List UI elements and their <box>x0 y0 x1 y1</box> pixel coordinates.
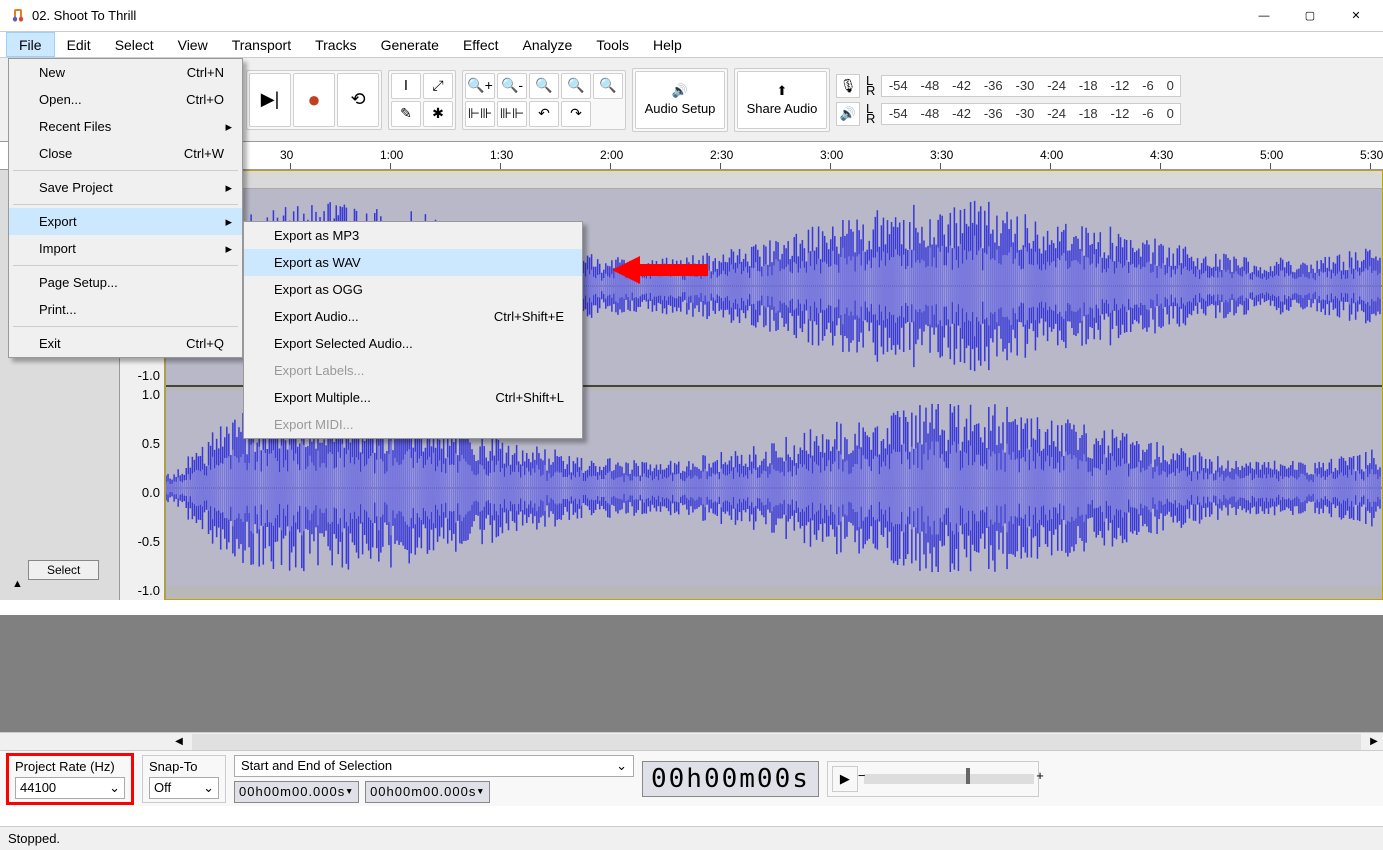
play-at-speed-button[interactable]: ▶ <box>832 766 858 792</box>
menu-select[interactable]: Select <box>103 32 166 57</box>
file-menu-item-page-setup-[interactable]: Page Setup... <box>9 269 242 296</box>
track-name-label[interactable]: To Thrill <box>166 171 1382 189</box>
minimize-button[interactable]: — <box>1241 0 1287 32</box>
file-dropdown-menu: NewCtrl+NOpen...Ctrl+ORecent Files▸Close… <box>8 58 243 358</box>
timeline-tick: 30 <box>280 148 293 162</box>
export-submenu: Export as MP3Export as WAVExport as OGGE… <box>243 221 583 439</box>
timeline-tick: 2:30 <box>710 148 733 162</box>
timeline-tick: 1:30 <box>490 148 513 162</box>
playback-meter-icon[interactable]: 🔊 <box>836 102 860 126</box>
export-menu-item-export-as-ogg[interactable]: Export as OGG <box>244 276 582 303</box>
trim-button[interactable]: ⊩⊪ <box>465 101 495 127</box>
silence-button[interactable]: ⊪⊩ <box>497 101 527 127</box>
file-menu-item-close[interactable]: CloseCtrl+W <box>9 140 242 167</box>
timeline-tick: 3:30 <box>930 148 953 162</box>
chevron-right-icon: ▸ <box>225 241 232 257</box>
selection-tool-button[interactable]: Ⅰ <box>391 73 421 99</box>
zoom-in-button[interactable]: 🔍+ <box>465 73 495 99</box>
chevron-right-icon: ▸ <box>225 180 232 196</box>
selection-start-time[interactable]: 00h00m00.000s▾ <box>234 781 359 803</box>
zoom-sel-button[interactable]: 🔍 <box>529 73 559 99</box>
menu-help[interactable]: Help <box>641 32 694 57</box>
playback-meter[interactable]: -54-48-42-36-30-24-18-12-60 <box>881 103 1181 125</box>
playback-speed-slider[interactable]: − + <box>864 774 1034 784</box>
app-icon <box>10 8 26 24</box>
close-button[interactable]: ✕ <box>1333 0 1379 32</box>
snap-to-select[interactable]: Off⌄ <box>149 777 219 799</box>
status-text: Stopped. <box>8 831 60 846</box>
file-menu-item-import[interactable]: Import▸ <box>9 235 242 262</box>
file-menu-item-exit[interactable]: ExitCtrl+Q <box>9 330 242 357</box>
snap-to-label: Snap-To <box>149 759 219 774</box>
export-menu-item-export-selected-audio-[interactable]: Export Selected Audio... <box>244 330 582 357</box>
upload-icon: ⬆ <box>777 83 788 99</box>
export-menu-item-export-multiple-[interactable]: Export Multiple...Ctrl+Shift+L <box>244 384 582 411</box>
timeline-tick: 4:00 <box>1040 148 1063 162</box>
file-menu-item-open-[interactable]: Open...Ctrl+O <box>9 86 242 113</box>
menu-file[interactable]: File <box>6 32 55 57</box>
selection-end-time[interactable]: 00h00m00.000s▾ <box>365 781 490 803</box>
envelope-tool-button[interactable]: ⤢ <box>423 73 453 99</box>
timeline-tick: 4:30 <box>1150 148 1173 162</box>
export-menu-item-export-labels-: Export Labels... <box>244 357 582 384</box>
file-menu-item-new[interactable]: NewCtrl+N <box>9 59 242 86</box>
annotation-arrow <box>612 252 712 291</box>
maximize-button[interactable]: ▢ <box>1287 0 1333 32</box>
menu-transport[interactable]: Transport <box>220 32 303 57</box>
chevron-down-icon: ⌄ <box>203 780 214 796</box>
play-at-speed-group: ▶ − + <box>827 761 1039 797</box>
export-menu-item-export-midi-: Export MIDI... <box>244 411 582 438</box>
timeline-tick: 3:00 <box>820 148 843 162</box>
timeline-tick: 5:00 <box>1260 148 1283 162</box>
titlebar: 02. Shoot To Thrill — ▢ ✕ <box>0 0 1383 32</box>
track-select-button[interactable]: Select <box>28 560 99 580</box>
menu-effect[interactable]: Effect <box>451 32 511 57</box>
zoom-out-button[interactable]: 🔍- <box>497 73 527 99</box>
undo-button[interactable]: ↶ <box>529 101 559 127</box>
horizontal-scrollbar[interactable]: ◀ ▶ <box>0 732 1383 750</box>
selection-type-dropdown[interactable]: Start and End of Selection⌄ <box>234 755 634 777</box>
window-title: 02. Shoot To Thrill <box>32 8 1241 23</box>
menu-view[interactable]: View <box>166 32 220 57</box>
chevron-right-icon: ▸ <box>225 214 232 230</box>
menubar: File Edit Select View Transport Tracks G… <box>0 32 1383 58</box>
file-menu-item-save-project[interactable]: Save Project▸ <box>9 174 242 201</box>
record-button[interactable]: ● <box>293 73 335 127</box>
menu-tracks[interactable]: Tracks <box>303 32 368 57</box>
fit-width-button[interactable]: 🔍 <box>561 73 591 99</box>
record-meter-icon[interactable]: 🎙 <box>836 74 860 98</box>
project-rate-group: Project Rate (Hz) 44100⌄ <box>6 753 134 805</box>
export-menu-item-export-as-mp3[interactable]: Export as MP3 <box>244 222 582 249</box>
chevron-down-icon: ⌄ <box>616 758 627 774</box>
snap-to-group: Snap-To Off⌄ <box>142 755 226 803</box>
skip-end-button[interactable]: ▶| <box>249 73 291 127</box>
empty-track-space <box>0 615 1383 735</box>
multi-tool-button[interactable]: ✱ <box>423 101 453 127</box>
audio-setup-button[interactable]: 🔊 Audio Setup <box>635 71 725 129</box>
file-menu-item-recent-files[interactable]: Recent Files▸ <box>9 113 242 140</box>
menu-analyze[interactable]: Analyze <box>511 32 585 57</box>
share-audio-button[interactable]: ⬆ Share Audio <box>737 71 827 129</box>
timeline-tick: 2:00 <box>600 148 623 162</box>
chevron-down-icon: ⌄ <box>109 780 120 796</box>
menu-generate[interactable]: Generate <box>369 32 451 57</box>
menu-tools[interactable]: Tools <box>584 32 641 57</box>
file-menu-item-print-[interactable]: Print... <box>9 296 242 323</box>
project-rate-select[interactable]: 44100⌄ <box>15 777 125 799</box>
loop-button[interactable]: ⟲ <box>337 73 379 127</box>
audio-position-display[interactable]: 00h00m00s <box>642 761 819 797</box>
export-menu-item-export-as-wav[interactable]: Export as WAV <box>244 249 582 276</box>
zoom-toggle-button[interactable]: 🔍 <box>593 73 623 99</box>
file-menu-item-export[interactable]: Export▸ <box>9 208 242 235</box>
export-menu-item-export-audio-[interactable]: Export Audio...Ctrl+Shift+E <box>244 303 582 330</box>
draw-tool-button[interactable]: ✎ <box>391 101 421 127</box>
timeline-tick: 1:00 <box>380 148 403 162</box>
speaker-icon: 🔊 <box>672 83 688 99</box>
timeline-tick: 5:30 <box>1360 148 1383 162</box>
menu-edit[interactable]: Edit <box>55 32 103 57</box>
chevron-right-icon: ▸ <box>225 119 232 135</box>
project-rate-label: Project Rate (Hz) <box>15 759 125 774</box>
redo-button[interactable]: ↷ <box>561 101 591 127</box>
record-meter[interactable]: -54-48-42-36-30-24-18-12-60 <box>881 75 1181 97</box>
